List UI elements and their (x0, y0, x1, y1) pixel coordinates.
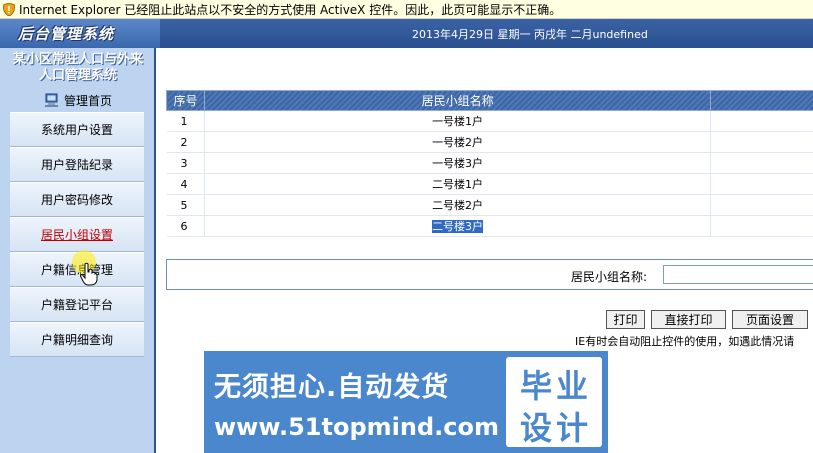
cell-extra (710, 173, 813, 195)
sidebar-item-label: 用户登陆纪录 (40, 158, 113, 172)
banner-url: www.51topmind.com (214, 413, 499, 441)
group-name-form: 居民小组名称: (166, 259, 813, 290)
system-title: 某小区常驻人口与外来 人口管理系统 (0, 48, 156, 90)
top-header: 后台管理系统 2013年4月29日 星期一 丙戌年 二月undefined (0, 19, 813, 48)
sidebar-item-login-records[interactable]: 用户登陆纪录 (10, 147, 144, 182)
cell-no: 3 (166, 152, 205, 174)
cell-no: 4 (166, 173, 205, 195)
cell-group-name: 二号楼3户 (204, 215, 712, 237)
group-name-label: 居民小组名称: (571, 270, 648, 284)
table-row-selected[interactable]: 6 二号楼3户 (166, 215, 813, 237)
ad-banner[interactable]: 无须担心.自动发货 www.51topmind.com 毕业 设计 (204, 351, 608, 453)
cell-group-name-text: 二号楼3户 (432, 220, 484, 233)
column-header-no[interactable]: 序号 (166, 90, 205, 111)
home-computer-icon (44, 93, 58, 107)
cell-group-name: 一号楼1户 (204, 110, 712, 132)
resident-group-table: 序号 居民小组名称 1 一号楼1户 2 一号楼2户 3 一号楼3户 4 二号楼1… (166, 90, 813, 237)
logo-area: 后台管理系统 (0, 19, 160, 48)
cell-no: 6 (166, 215, 205, 237)
sidebar-item-resident-groups[interactable]: 居民小组设置 (10, 217, 144, 252)
group-name-input[interactable] (663, 265, 813, 284)
sidebar-item-label: 居民小组设置 (40, 228, 113, 242)
banner-stamp-line-1: 毕业 (519, 367, 592, 405)
sidebar-item-label: 系统用户设置 (40, 123, 113, 137)
cell-extra (710, 215, 813, 237)
system-title-line-2: 人口管理系统 (38, 68, 117, 83)
date-display: 2013年4月29日 星期一 丙戌年 二月undefined (412, 28, 648, 41)
cell-no: 5 (166, 194, 205, 216)
cell-extra (710, 194, 813, 216)
ie-bar-message: Internet Explorer 已经阻止此站点以不安全的方式使用 Activ… (19, 2, 562, 17)
sidebar-item-change-password[interactable]: 用户密码修改 (10, 182, 144, 217)
column-header-extra (710, 90, 813, 111)
cell-group-name: 二号楼1户 (204, 173, 712, 195)
column-header-group-name[interactable]: 居民小组名称 (203, 90, 712, 111)
direct-print-button[interactable]: 直接打印 (651, 310, 726, 329)
banner-slogan: 无须担心.自动发货 (214, 372, 450, 403)
cell-group-name: 二号楼2户 (204, 194, 712, 216)
sidebar-item-household-registration[interactable]: 户籍登记平台 (10, 287, 144, 322)
cell-extra (710, 131, 813, 153)
banner-stamp: 毕业 设计 (506, 357, 602, 447)
cell-group-name-text: 一号楼2户 (432, 136, 484, 149)
table-header-row: 序号 居民小组名称 (166, 90, 813, 111)
shield-warning-icon (3, 2, 15, 16)
table-row[interactable]: 2 一号楼2户 (166, 131, 813, 153)
banner-stamp-line-2: 设计 (519, 409, 592, 447)
cell-group-name-text: 二号楼2户 (432, 199, 484, 212)
sidebar-item-system-users[interactable]: 系统用户设置 (10, 112, 144, 147)
sidebar-item-label: 户籍登记平台 (40, 298, 113, 312)
table-row[interactable]: 5 二号楼2户 (166, 194, 813, 216)
home-link[interactable]: 管理首页 (0, 90, 156, 110)
print-button[interactable]: 打印 (606, 310, 645, 329)
cell-group-name-text: 二号楼1户 (432, 178, 484, 191)
table-row[interactable]: 1 一号楼1户 (166, 110, 813, 132)
cell-group-name-text: 一号楼1户 (432, 115, 484, 128)
cell-group-name: 一号楼2户 (204, 131, 712, 153)
ie-information-bar[interactable]: Internet Explorer 已经阻止此站点以不安全的方式使用 Activ… (0, 0, 813, 19)
sidebar-item-label: 户籍明细查询 (40, 333, 113, 347)
cell-no: 2 (166, 131, 205, 153)
sidebar-item-household-details[interactable]: 户籍明细查询 (10, 322, 144, 357)
page-setup-button[interactable]: 页面设置 (732, 310, 808, 329)
cell-no: 1 (166, 110, 205, 132)
cell-group-name: 一号楼3户 (204, 152, 712, 174)
cell-group-name-text: 一号楼3户 (432, 157, 484, 170)
system-title-line-1: 某小区常驻人口与外来 (12, 52, 143, 67)
home-link-label: 管理首页 (63, 93, 112, 108)
sidebar-item-label: 用户密码修改 (40, 193, 113, 207)
table-row[interactable]: 3 一号楼3户 (166, 152, 813, 174)
table-row[interactable]: 4 二号楼1户 (166, 173, 813, 195)
cell-extra (710, 110, 813, 132)
page: Internet Explorer 已经阻止此站点以不安全的方式使用 Activ… (0, 0, 813, 453)
activex-note: IE有时会自动阻止控件的使用，如遇此情况请 (575, 335, 795, 348)
sidebar-menu: 系统用户设置 用户登陆纪录 用户密码修改 居民小组设置 户籍信息管理 户籍登记平… (10, 112, 144, 357)
admin-logo: 后台管理系统 (18, 25, 115, 43)
hand-cursor-icon (80, 262, 98, 286)
cell-extra (710, 152, 813, 174)
